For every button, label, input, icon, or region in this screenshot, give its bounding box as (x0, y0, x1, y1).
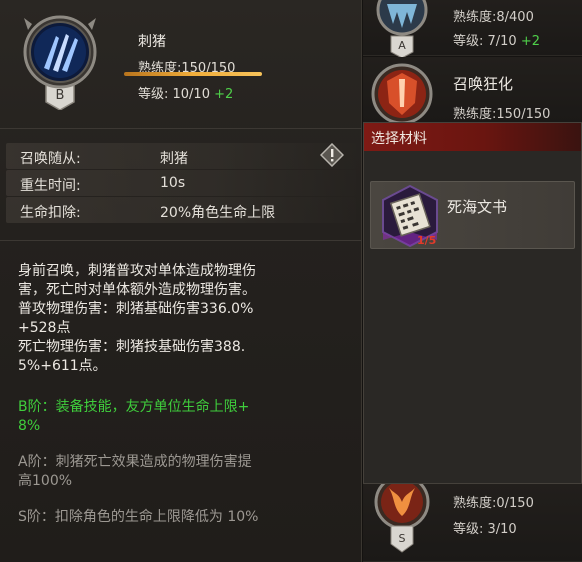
stat-label: 召唤随从: (20, 151, 81, 167)
stat-row-life-cost: 生命扣除: 20%角色生命上限 (6, 197, 356, 223)
tier-line: S阶：扣除角色的生命上限降低为 10% (18, 509, 259, 525)
card-level: 等级: 7/10 +2 (453, 30, 540, 49)
stat-row-summon: 召唤随从: 刺猪 (6, 143, 356, 169)
card-skill-name: 召唤狂化 (453, 75, 514, 93)
section-divider (0, 240, 362, 241)
description-line: 死亡物理伤害：刺猪技基础伤害388. (18, 339, 246, 355)
material-select-panel: 选择材料 1/5 死海文书 (363, 122, 582, 484)
tier-a-effect: A阶：刺猪死亡效果造成的物理伤害提 高100% (18, 453, 354, 491)
stat-value: 刺猪 (160, 151, 188, 167)
skill-name: 刺猪 (138, 34, 166, 50)
description-line: 普攻物理伤害：刺猪基础伤害336.0% (18, 301, 254, 317)
description-line: 害，死亡时对单体额外造成物理伤害。 (18, 282, 256, 298)
stat-label: 生命扣除: (20, 205, 81, 221)
tier-line: B阶：装备技能，友方单位生命上限+ (18, 399, 250, 415)
description-line: 5%+611点。 (18, 358, 107, 374)
card-proficiency: 熟练度:8/400 (453, 10, 534, 25)
card-level: 等级: 3/10 (453, 522, 517, 537)
skill-grade-badge: B (56, 88, 65, 103)
skill-emblem-icon: B (23, 15, 97, 110)
card-level-bonus: +2 (520, 34, 541, 49)
card-grade-badge: A (398, 39, 406, 52)
skill-level: 等级: 10/10 +2 (138, 83, 233, 102)
card-level-label: 等级: 7/10 (453, 34, 517, 49)
tier-line: A阶：刺猪死亡效果造成的物理伤害提 (18, 454, 252, 470)
tier-line: 8% (18, 418, 41, 434)
skill-level-bonus: +2 (214, 87, 234, 102)
skill-card-2[interactable]: 召唤狂化 熟练度:150/150 (363, 57, 582, 125)
stat-row-respawn: 重生时间: 10s (6, 170, 356, 196)
tier-line: 高100% (18, 473, 73, 489)
skill-card-1[interactable]: A 熟练度:8/400 等级: 7/10 +2 (363, 0, 582, 58)
info-icon[interactable] (320, 143, 344, 167)
card-grade-badge: S (399, 532, 406, 545)
stat-value: 10s (160, 175, 186, 191)
stat-value: 20%角色生命上限 (160, 205, 276, 221)
stat-label: 重生时间: (20, 178, 81, 194)
section-divider (0, 128, 362, 129)
tier-b-effect: B阶：装备技能，友方单位生命上限+ 8% (18, 398, 354, 436)
skill-card-3[interactable]: S 熟练度:0/150 等级: 3/10 (363, 480, 582, 562)
description-line: +528点 (18, 320, 71, 336)
skill-level-label: 等级: 10/10 (138, 87, 210, 102)
flame-skill-icon: S (374, 480, 430, 553)
proficiency-bar (124, 72, 262, 76)
card-proficiency: 熟练度:0/150 (453, 496, 534, 511)
material-panel-title: 选择材料 (371, 131, 427, 147)
demon-skill-icon: A (376, 0, 428, 58)
material-count: 1/5 (417, 234, 437, 247)
material-name: 死海文书 (447, 198, 508, 216)
tier-s-effect: S阶：扣除角色的生命上限降低为 10% (18, 508, 354, 527)
skill-description: 身前召唤，刺猪普攻对单体造成物理伤 害，死亡时对单体额外造成物理伤害。 普攻物理… (18, 262, 354, 376)
berserk-skill-icon (371, 63, 433, 125)
description-line: 身前召唤，刺猪普攻对单体造成物理伤 (18, 263, 256, 279)
skill-detail-panel: B 刺猪 熟练度:150/150 等级: 10/10 +2 召唤随从: 刺猪 重… (0, 0, 362, 562)
material-panel-header: 选择材料 (364, 123, 581, 151)
card-proficiency: 熟练度:150/150 (453, 107, 551, 122)
material-item-slot[interactable]: 1/5 死海文书 (370, 181, 575, 249)
